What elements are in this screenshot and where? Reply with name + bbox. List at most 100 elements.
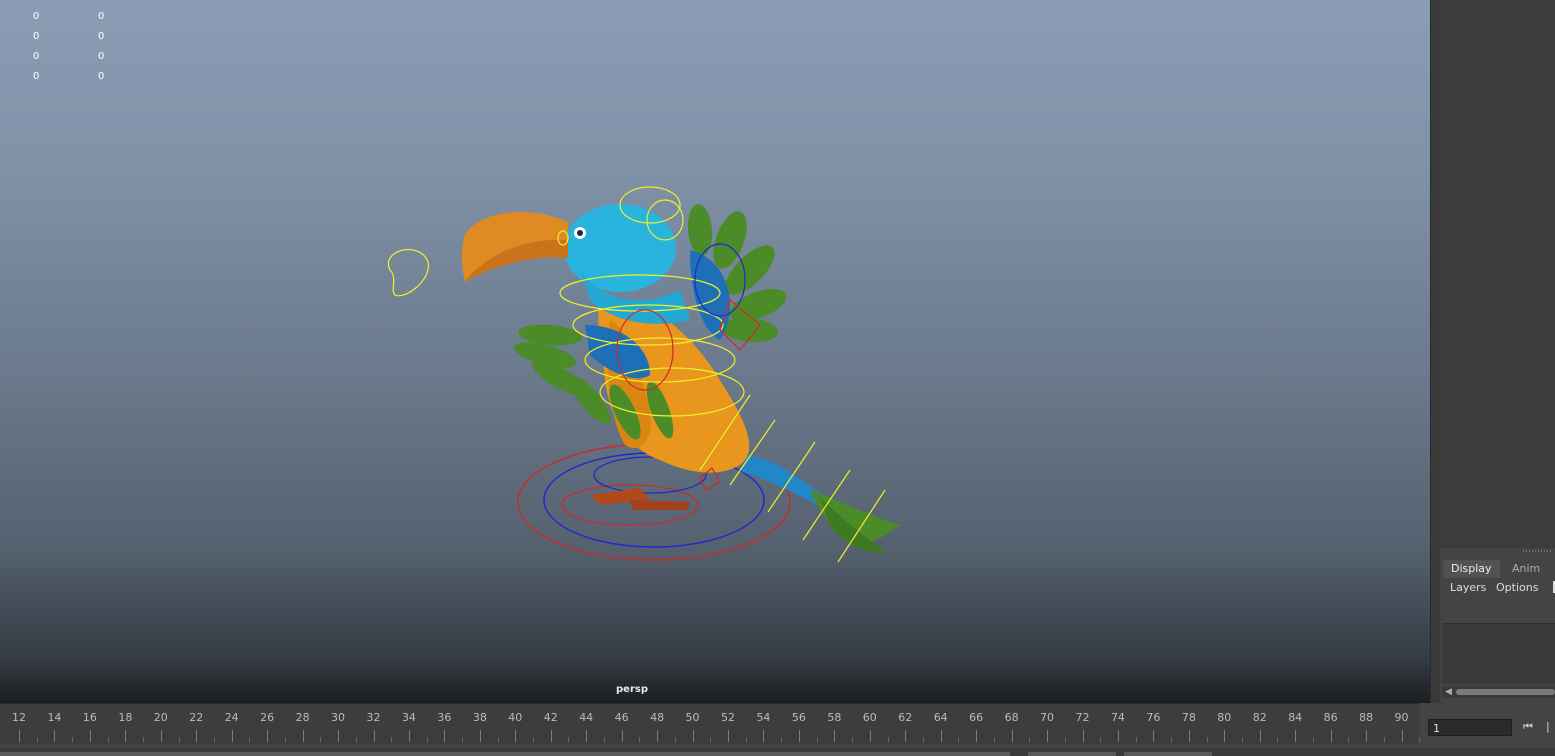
tick-major: [373, 730, 375, 742]
tick-minor: [1277, 737, 1279, 742]
tick-minor: [710, 737, 712, 742]
tick-minor: [1206, 737, 1208, 742]
tick-label: 36: [437, 711, 452, 724]
tick-major: [798, 730, 800, 742]
menu-layers[interactable]: Layers: [1450, 581, 1486, 594]
tick-minor: [1383, 737, 1385, 742]
splitter-grip[interactable]: [1523, 550, 1553, 552]
tick-minor: [816, 737, 818, 742]
menu-options[interactable]: Options: [1496, 581, 1538, 594]
layer-editor: Display Anim Layers Options ◀: [1440, 556, 1555, 703]
tick-minor: [1242, 737, 1244, 742]
tick-major: [1259, 730, 1261, 742]
tick-minor: [355, 737, 357, 742]
tick-major: [1153, 730, 1155, 742]
tick-label: 60: [862, 711, 877, 724]
tick-minor: [107, 737, 109, 742]
tick-major: [231, 730, 233, 742]
scroll-left-arrow-icon[interactable]: ◀: [1445, 687, 1452, 697]
tick-minor: [603, 737, 605, 742]
tick-label: 80: [1217, 711, 1232, 724]
horizontal-scrollbar[interactable]: ◀: [1442, 686, 1555, 698]
range-field[interactable]: [1028, 752, 1116, 756]
tick-label: 64: [933, 711, 948, 724]
range-field[interactable]: [1124, 752, 1212, 756]
tick-minor: [391, 737, 393, 742]
tick-minor: [36, 737, 38, 742]
layer-list[interactable]: [1442, 623, 1555, 684]
tick-minor: [1135, 737, 1137, 742]
tick-major: [834, 730, 836, 742]
tick-major: [940, 730, 942, 742]
timeline-ruler[interactable]: 12 14 16 18 20 22 24 26 28 30 32 34 36 38 40 42 44 46 48 50…: [0, 703, 1421, 744]
tick-major: [657, 730, 659, 742]
tick-major: [1401, 730, 1403, 742]
tick-label: 26: [260, 711, 275, 724]
tick-major: [1047, 730, 1049, 742]
tick-major: [1082, 730, 1084, 742]
scrollbar-thumb[interactable]: [1456, 689, 1555, 695]
tick-minor: [781, 737, 783, 742]
tick-major: [1330, 730, 1332, 742]
tick-minor: [462, 737, 464, 742]
tick-major: [550, 730, 552, 742]
tick-major: [1188, 730, 1190, 742]
tick-major: [869, 730, 871, 742]
tick-label: 84: [1288, 711, 1303, 724]
tick-major: [1366, 730, 1368, 742]
step-back-icon[interactable]: |◀: [1546, 720, 1555, 736]
tick-label: 16: [82, 711, 97, 724]
bird-head: [564, 204, 676, 292]
tick-major: [763, 730, 765, 742]
range-track[interactable]: [0, 752, 1010, 756]
tick-minor: [1029, 737, 1031, 742]
tick-label: 42: [543, 711, 558, 724]
tick-label: 58: [827, 711, 842, 724]
tick-label: 54: [756, 711, 771, 724]
tick-minor: [72, 737, 74, 742]
channel-box-panel: [1440, 0, 1555, 548]
tick-label: 46: [614, 711, 629, 724]
tick-label: 76: [1146, 711, 1161, 724]
bird-pupil: [577, 230, 583, 236]
tick-label: 78: [1181, 711, 1196, 724]
tick-minor: [533, 737, 535, 742]
tick-major: [444, 730, 446, 742]
tick-label: 24: [224, 711, 239, 724]
tick-minor: [745, 737, 747, 742]
go-to-start-icon[interactable]: ⏮: [1523, 720, 1541, 736]
tick-minor: [320, 737, 322, 742]
tick-major: [1224, 730, 1226, 742]
tab-anim[interactable]: Anim: [1504, 560, 1548, 578]
time-slider[interactable]: 12 14 16 18 20 22 24 26 28 30 32 34 36 38 40 42 44 46 48 50…: [0, 703, 1555, 756]
3d-viewport[interactable]: 0 0 0 0 0 0 0 0 0 0: [0, 0, 1430, 703]
tick-minor: [284, 737, 286, 742]
tick-minor: [852, 737, 854, 742]
range-slider[interactable]: [0, 748, 1555, 756]
tick-minor: [143, 737, 145, 742]
tick-minor: [1064, 737, 1066, 742]
panel-splitter[interactable]: [1440, 548, 1555, 556]
tick-major: [267, 730, 269, 742]
tick-minor: [1312, 737, 1314, 742]
tick-label: 14: [47, 711, 62, 724]
tick-label: 90: [1394, 711, 1409, 724]
tick-label: 40: [508, 711, 523, 724]
tick-label: 20: [153, 711, 168, 724]
tick-minor: [1348, 737, 1350, 742]
tick-minor: [922, 737, 924, 742]
tick-label: 32: [366, 711, 381, 724]
tab-display[interactable]: Display: [1443, 560, 1500, 578]
tick-minor: [213, 737, 215, 742]
current-frame-field[interactable]: 1: [1428, 719, 1512, 736]
tick-major: [1011, 730, 1013, 742]
tick-minor: [1100, 737, 1102, 742]
tick-major: [515, 730, 517, 742]
toucan-rig-model[interactable]: [0, 0, 1430, 703]
foot-right: [630, 500, 690, 510]
tick-label: 12: [12, 711, 26, 724]
tick-minor: [674, 737, 676, 742]
tick-label: 22: [189, 711, 204, 724]
tick-major: [1295, 730, 1297, 742]
tick-label: 88: [1359, 711, 1374, 724]
